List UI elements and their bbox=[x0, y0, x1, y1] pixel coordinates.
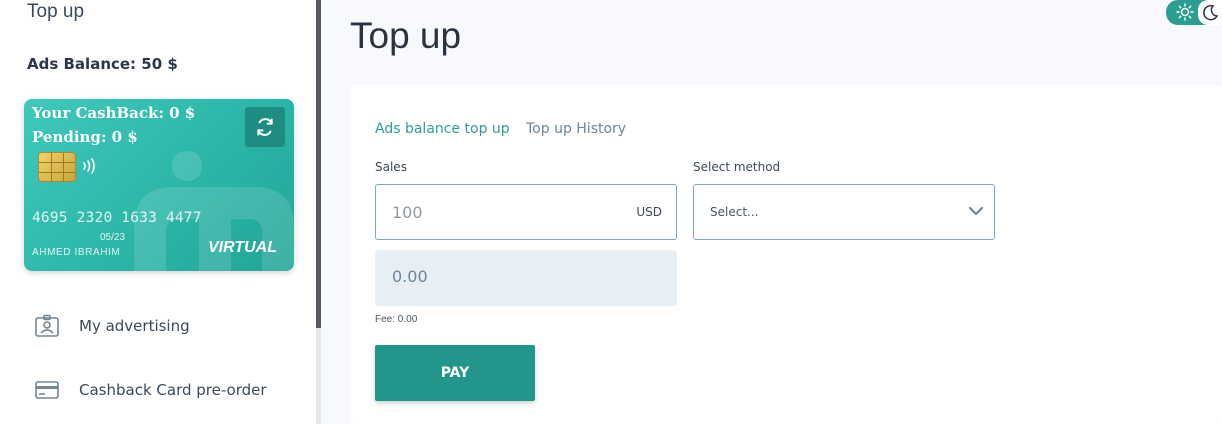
top-up-panel: Ads balance top up Top up History Sales … bbox=[350, 85, 1222, 424]
sidebar: Top up Ads Balance: 50 $ Your CashBack: … bbox=[0, 0, 316, 424]
fee-text: Fee: 0.00 bbox=[375, 314, 418, 325]
id-badge-icon bbox=[34, 314, 60, 338]
sidebar-item-label: My advertising bbox=[79, 317, 190, 335]
sales-input[interactable] bbox=[392, 200, 612, 224]
card-expiry: 05/23 bbox=[100, 232, 126, 243]
chevron-down-icon bbox=[968, 206, 984, 216]
cashback-amount: Your CashBack: 0 $ bbox=[32, 104, 196, 122]
moon-icon[interactable] bbox=[1198, 0, 1222, 25]
select-method-label: Select method bbox=[693, 160, 781, 174]
theme-toggle[interactable] bbox=[1166, 0, 1222, 25]
refresh-button[interactable] bbox=[245, 107, 285, 147]
sales-field[interactable]: USD bbox=[375, 184, 677, 240]
chip-icon bbox=[38, 152, 76, 182]
tab-ads-balance-top-up[interactable]: Ads balance top up bbox=[375, 121, 510, 137]
sun-icon[interactable] bbox=[1174, 1, 1196, 23]
currency-label: USD bbox=[636, 205, 662, 219]
card-holder: AHMED IBRAHIM bbox=[32, 247, 121, 258]
page-title: Top up bbox=[350, 15, 462, 56]
sidebar-item-cashback-card-pre-order[interactable]: Cashback Card pre-order bbox=[34, 378, 267, 402]
cashback-card: Your CashBack: 0 $ Pending: 0 $ 4695 232… bbox=[24, 99, 294, 271]
total-amount-field: 0.00 bbox=[375, 250, 677, 306]
ads-balance: Ads Balance: 50 $ bbox=[27, 55, 178, 73]
method-select[interactable]: Select... bbox=[693, 184, 995, 240]
method-select-value: Select... bbox=[710, 205, 759, 219]
total-amount-value: 0.00 bbox=[392, 267, 428, 286]
pay-button[interactable]: PAY bbox=[375, 345, 535, 401]
credit-card-icon bbox=[34, 378, 60, 402]
card-type-label: VIRTUAL bbox=[207, 239, 277, 256]
refresh-icon bbox=[257, 118, 273, 136]
card-number: 4695 2320 1633 4477 bbox=[32, 210, 202, 226]
sidebar-title: Top up bbox=[27, 1, 85, 22]
tab-top-up-history[interactable]: Top up History bbox=[526, 121, 626, 137]
pending-amount: Pending: 0 $ bbox=[32, 128, 138, 146]
main-content: Top up Ads balance top up Top up History… bbox=[321, 0, 1222, 424]
sidebar-item-my-advertising[interactable]: My advertising bbox=[34, 314, 190, 338]
sidebar-item-label: Cashback Card pre-order bbox=[79, 381, 267, 399]
sales-label: Sales bbox=[375, 160, 407, 174]
contactless-icon bbox=[83, 158, 95, 174]
